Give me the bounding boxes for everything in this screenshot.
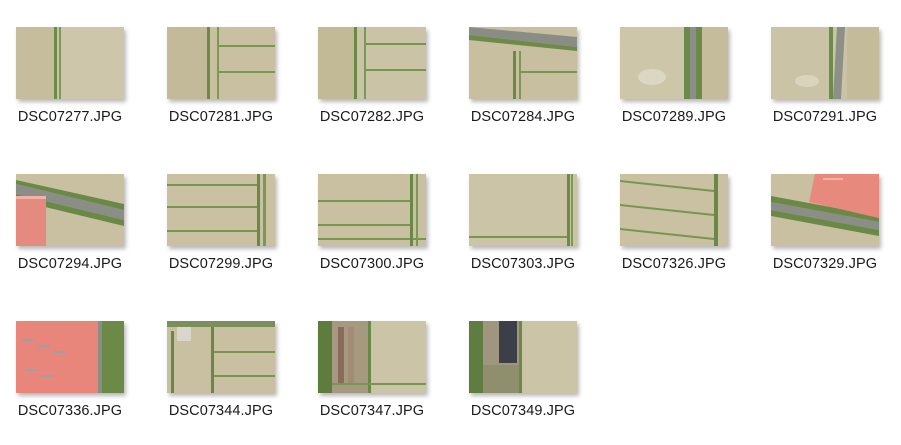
file-item[interactable]: DSC07294.JPG <box>3 150 143 280</box>
thumbnail-image <box>16 174 124 246</box>
thumbnail-image <box>469 27 577 99</box>
file-item[interactable]: DSC07282.JPG <box>305 3 445 133</box>
file-name: DSC07289.JPG <box>621 109 727 125</box>
image-thumbnail[interactable] <box>16 174 124 246</box>
thumbnail-image <box>469 174 577 246</box>
file-item[interactable]: DSC07336.JPG <box>3 297 143 427</box>
image-thumbnail[interactable] <box>167 174 275 246</box>
thumbnail-image <box>620 27 728 99</box>
file-name: DSC07336.JPG <box>17 403 123 419</box>
image-thumbnail[interactable] <box>620 27 728 99</box>
file-item[interactable]: DSC07326.JPG <box>607 150 747 280</box>
thumbnail-image <box>771 174 879 246</box>
image-thumbnail[interactable] <box>167 27 275 99</box>
file-name: DSC07281.JPG <box>168 109 274 125</box>
file-item[interactable]: DSC07299.JPG <box>154 150 294 280</box>
thumbnail-image <box>620 174 728 246</box>
file-item[interactable]: DSC07277.JPG <box>3 3 143 133</box>
image-thumbnail[interactable] <box>318 321 426 393</box>
file-item[interactable]: DSC07291.JPG <box>758 3 898 133</box>
image-thumbnail[interactable] <box>16 321 124 393</box>
file-name: DSC07299.JPG <box>168 256 274 272</box>
file-item[interactable]: DSC07281.JPG <box>154 3 294 133</box>
file-name: DSC07282.JPG <box>319 109 425 125</box>
file-name: DSC07284.JPG <box>470 109 576 125</box>
image-thumbnail[interactable] <box>771 27 879 99</box>
file-item[interactable]: DSC07289.JPG <box>607 3 747 133</box>
file-name: DSC07344.JPG <box>168 403 274 419</box>
thumbnail-image <box>167 321 275 393</box>
file-name: DSC07326.JPG <box>621 256 727 272</box>
thumbnail-image <box>469 321 577 393</box>
file-item[interactable]: DSC07284.JPG <box>456 3 596 133</box>
file-item[interactable]: DSC07349.JPG <box>456 297 596 427</box>
file-name: DSC07294.JPG <box>17 256 123 272</box>
file-name: DSC07291.JPG <box>772 109 878 125</box>
file-item[interactable]: DSC07303.JPG <box>456 150 596 280</box>
image-thumbnail[interactable] <box>771 174 879 246</box>
file-item[interactable]: DSC07329.JPG <box>758 150 898 280</box>
file-name: DSC07300.JPG <box>319 256 425 272</box>
thumbnail-image <box>771 27 879 99</box>
thumbnail-image <box>318 321 426 393</box>
file-item[interactable]: DSC07344.JPG <box>154 297 294 427</box>
thumbnail-image <box>167 27 275 99</box>
file-name: DSC07349.JPG <box>470 403 576 419</box>
file-grid: DSC07277.JPG DSC07281.JPG DSC07282.JPG D… <box>0 0 901 445</box>
file-name: DSC07329.JPG <box>772 256 878 272</box>
file-item[interactable]: DSC07347.JPG <box>305 297 445 427</box>
file-name: DSC07277.JPG <box>17 109 123 125</box>
thumbnail-image <box>318 174 426 246</box>
image-thumbnail[interactable] <box>167 321 275 393</box>
thumbnail-image <box>167 174 275 246</box>
image-thumbnail[interactable] <box>469 174 577 246</box>
image-thumbnail[interactable] <box>620 174 728 246</box>
file-name: DSC07347.JPG <box>319 403 425 419</box>
image-thumbnail[interactable] <box>318 174 426 246</box>
image-thumbnail[interactable] <box>469 27 577 99</box>
thumbnail-image <box>16 321 124 393</box>
thumbnail-image <box>16 27 124 99</box>
thumbnail-image <box>318 27 426 99</box>
image-thumbnail[interactable] <box>16 27 124 99</box>
image-thumbnail[interactable] <box>469 321 577 393</box>
file-item[interactable]: DSC07300.JPG <box>305 150 445 280</box>
file-name: DSC07303.JPG <box>470 256 576 272</box>
image-thumbnail[interactable] <box>318 27 426 99</box>
